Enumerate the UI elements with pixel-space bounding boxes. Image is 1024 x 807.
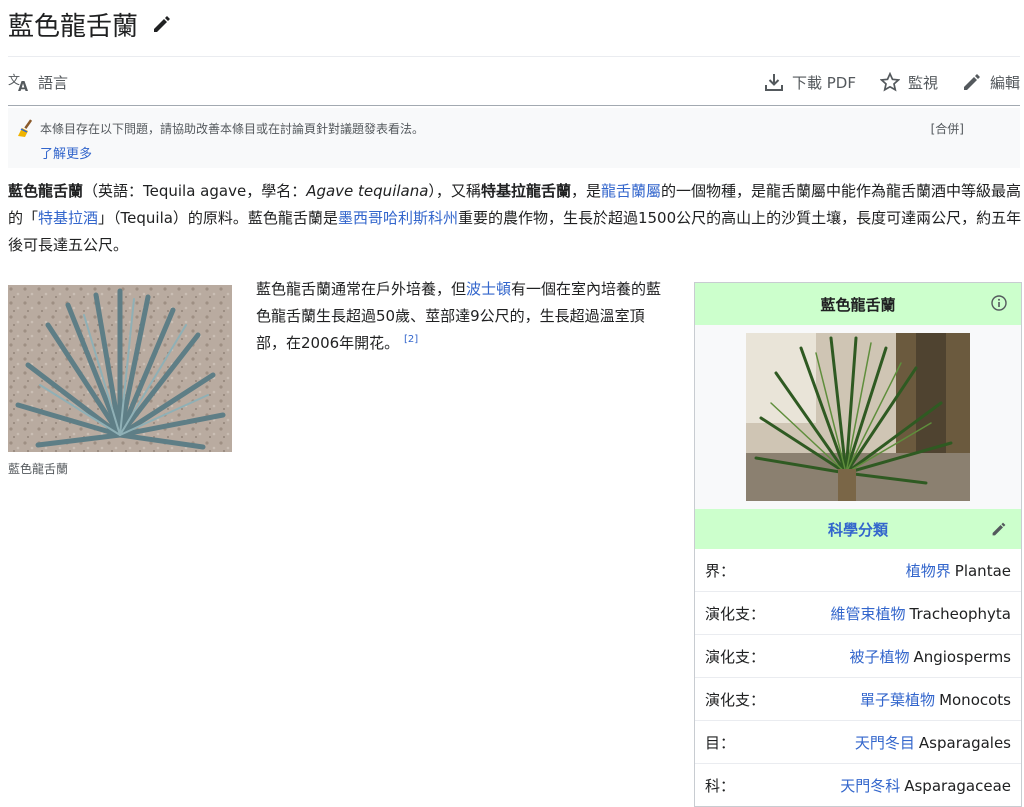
language-label: 語言 (38, 73, 69, 92)
watch-button[interactable]: 監視 (879, 72, 938, 93)
taxobox-image-frame (695, 325, 1021, 509)
taxon-latin: Plantae (954, 561, 1011, 580)
body-paragraph: 藍色龍舌蘭通常在戶外培養，但波士頓有一個在室內培養的藍色龍舌蘭生長超過50歲、莖… (256, 276, 666, 357)
rank-label: 演化支： (705, 647, 766, 666)
download-pdf-button[interactable]: 下載 PDF (764, 72, 856, 93)
lead-text-3: ，是 (570, 182, 601, 200)
reference-link[interactable]: [2] (404, 334, 418, 345)
taxon-row-kingdom: 界： 植物界 Plantae (695, 549, 1021, 591)
page-header: 藍色龍舌蘭 (8, 4, 172, 44)
taxon-row-clade-2: 演化支： 被子植物 Angiosperms (695, 634, 1021, 677)
taxon-row-order: 目： 天門冬目 Asparagales (695, 720, 1021, 763)
rank-label: 目： (705, 733, 736, 752)
taxobox-header: 藍色龍舌蘭 (695, 283, 1021, 325)
body-text-1: 藍色龍舌蘭通常在戶外培養，但 (256, 280, 467, 298)
issue-notice-box: 本條目存在以下問題，請協助改善本條目或在討論頁針對議題發表看法。 [合併] 了解… (8, 108, 1020, 168)
taxon-link[interactable]: 維管束植物 (831, 605, 906, 623)
thumbnail-caption: 藍色龍舌蘭 (8, 462, 69, 476)
taxon-row-clade-3: 演化支： 單子葉植物 Monocots (695, 677, 1021, 720)
language-button[interactable]: 文A 語言 (8, 72, 68, 93)
rank-label: 演化支： (705, 604, 766, 623)
taxobox-rows: 界： 植物界 Plantae 演化支： 維管束植物 Tracheophyta 演化支… (695, 549, 1021, 806)
taxobox-title: 藍色龍舌蘭 (820, 295, 896, 314)
lead-text-5: 」（Tequila）的原料。藍色龍舌蘭是 (98, 209, 338, 227)
taxon-value: 天門冬科 Asparagaceae (840, 775, 1011, 796)
rank-label: 演化支： (705, 690, 766, 709)
taxon-link[interactable]: 植物界 (906, 562, 951, 580)
taxon-link[interactable]: 天門冬目 (855, 734, 915, 752)
download-label: 下載 PDF (791, 73, 856, 92)
thumbnail-figure: 藍色龍舌蘭 (8, 285, 232, 477)
page-title: 藍色龍舌蘭 (8, 11, 139, 42)
taxobox-agave-photo[interactable] (746, 333, 970, 501)
translate-icon: 文A (8, 72, 30, 92)
link-agave-genus[interactable]: 龍舌蘭屬 (601, 182, 661, 200)
link-jalisco[interactable]: 墨西哥哈利斯科州 (338, 209, 458, 227)
edit-label: 編輯 (989, 73, 1020, 92)
edit-button[interactable]: 編輯 (962, 72, 1020, 93)
taxon-link[interactable]: 被子植物 (849, 648, 909, 666)
title-divider (8, 56, 1020, 57)
pencil-icon[interactable] (152, 14, 172, 34)
lead-paragraph: 藍色龍舌蘭（英語：Tequila agave，學名：Agave tequilan… (8, 178, 1022, 259)
article-subject: 藍色龍舌蘭 (8, 182, 84, 200)
rank-label: 界： (705, 561, 736, 580)
watch-label: 監視 (907, 73, 938, 92)
taxon-latin: Monocots (939, 690, 1011, 709)
taxon-row-clade-1: 演化支： 維管束植物 Tracheophyta (695, 591, 1021, 634)
pencil-icon (962, 72, 982, 92)
taxon-link[interactable]: 單子葉植物 (860, 691, 935, 709)
scientific-classification-link[interactable]: 科學分類 (828, 519, 888, 540)
lead-text-2: ），又稱 (428, 182, 481, 200)
learn-more-link[interactable]: 了解更多 (40, 143, 92, 162)
link-boston[interactable]: 波士頓 (466, 280, 511, 298)
taxon-link[interactable]: 天門冬科 (840, 777, 900, 795)
star-icon (879, 72, 900, 92)
taxon-value: 植物界 Plantae (906, 560, 1011, 581)
pencil-icon[interactable] (991, 521, 1007, 541)
taxon-latin: Asparagaceae (904, 776, 1011, 795)
taxon-value: 天門冬目 Asparagales (855, 732, 1011, 753)
merge-tag: [合併] (930, 122, 964, 136)
svg-text:A: A (18, 80, 28, 92)
taxon-row-family: 科： 天門冬科 Asparagaceae (695, 763, 1021, 806)
rank-label: 科： (705, 776, 736, 795)
toolbar-divider (8, 105, 1020, 106)
download-icon (764, 72, 784, 92)
taxobox: 藍色龍舌蘭 科學分類 界： 植物界 Plantae 演化支： 維管束植物 Tra… (694, 282, 1022, 807)
notice-text: 本條目存在以下問題，請協助改善本條目或在討論頁針對議題發表看法。 (40, 122, 425, 136)
taxon-latin: Asparagales (918, 733, 1011, 752)
broom-icon (16, 118, 36, 141)
link-tequila[interactable]: 特基拉酒 (38, 209, 98, 227)
taxon-latin: Tracheophyta (909, 604, 1011, 623)
taxon-value: 維管束植物 Tracheophyta (831, 603, 1011, 624)
taxobox-section-header: 科學分類 (695, 509, 1021, 549)
taxon-value: 被子植物 Angiosperms (849, 646, 1011, 667)
taxon-value: 單子葉植物 Monocots (860, 689, 1011, 710)
taxon-latin: Angiosperms (913, 647, 1011, 666)
scientific-name: Agave tequilana (306, 182, 429, 200)
blue-agave-photo[interactable] (8, 285, 232, 452)
lead-text-1: （英語：Tequila agave，學名： (83, 182, 307, 200)
page-toolbar: 文A 語言 下載 PDF 監視 編輯 (8, 64, 1020, 100)
alternate-name: 特基拉龍舌蘭 (480, 182, 571, 200)
info-icon[interactable] (991, 295, 1007, 315)
